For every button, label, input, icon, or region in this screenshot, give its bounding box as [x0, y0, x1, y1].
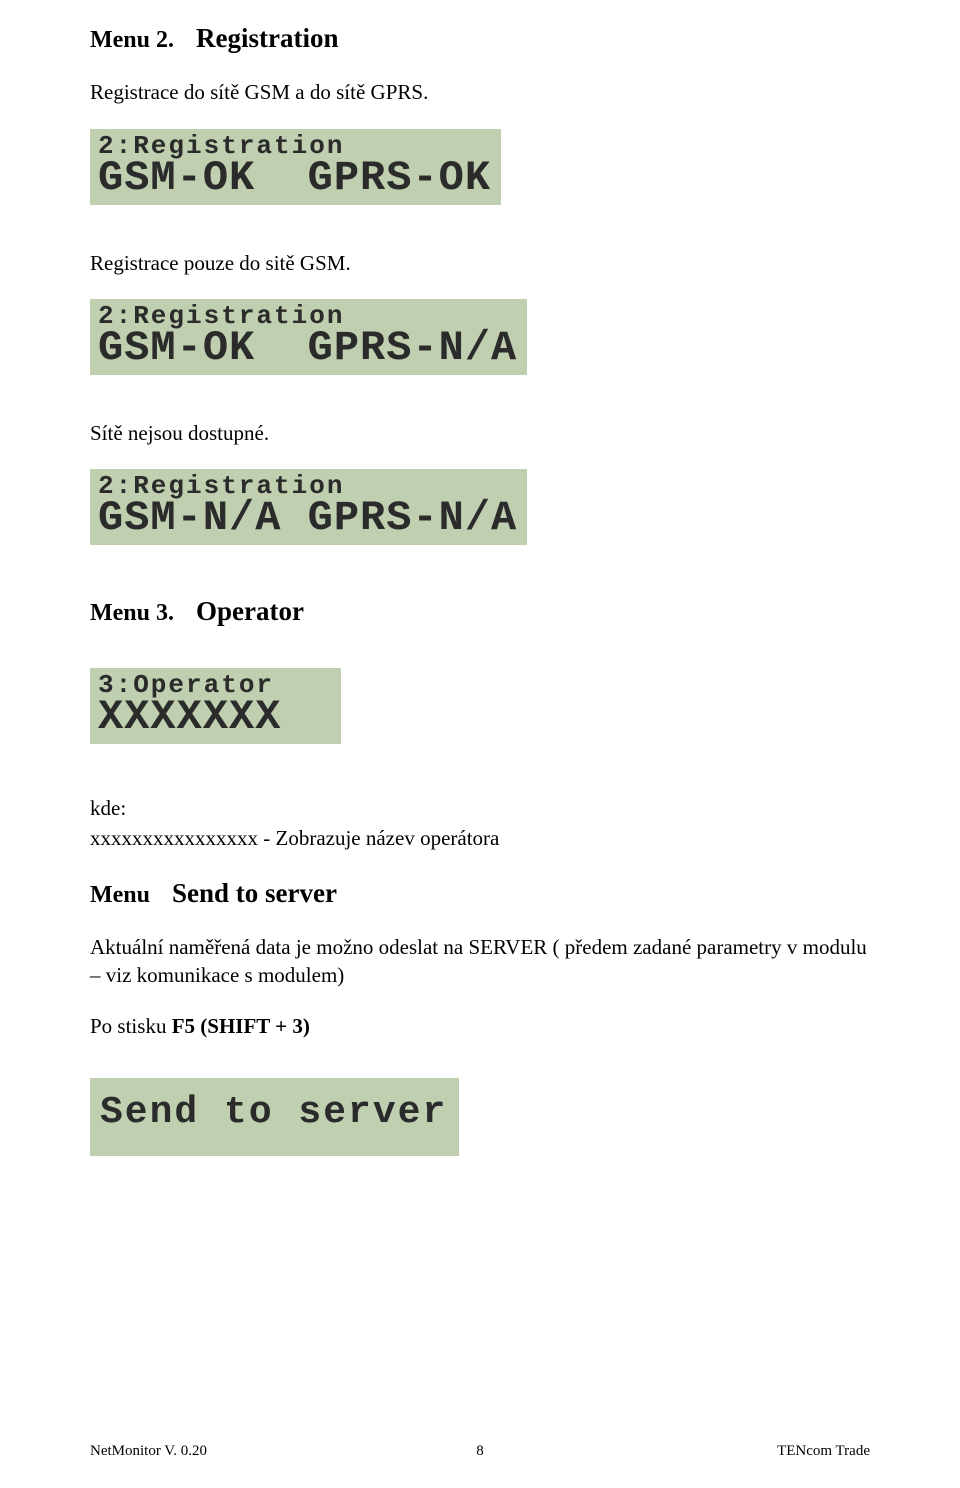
lcd-screen-operator: 3:Operator XXXXXXX — [90, 668, 341, 744]
page-footer: NetMonitor V. 0.20 8 TENcom Trade — [90, 1443, 870, 1460]
menu2-text-no-net: Sítě nejsou dostupné. — [90, 419, 870, 447]
menu2-text-gsm-only: Registrace pouze do sitě GSM. — [90, 249, 870, 277]
lcd-row: GSM-OK GPRS-N/A — [98, 327, 517, 369]
document-page: Menu 2. Registration Registrace do sítě G… — [0, 0, 960, 1488]
send-prefix: Menu — [90, 882, 150, 908]
menu2-intro: Registrace do sítě GSM a do sítě GPRS. — [90, 78, 870, 106]
kde-desc: xxxxxxxxxxxxxxxx - Zobrazuje název operá… — [90, 824, 870, 852]
menu2-label: Menu 2. — [90, 27, 174, 53]
menu3-heading: Menu 3. Operator — [90, 593, 870, 629]
lcd-screen-send-to-server: Send to server — [90, 1078, 459, 1156]
lcd-row: GSM-N/A GPRS-N/A — [98, 497, 517, 539]
footer-page-number: 8 — [90, 1443, 870, 1460]
send-press-key: F5 (SHIFT + 3) — [172, 1014, 310, 1038]
menu3-title: Operator — [196, 596, 304, 626]
menu3-label: Menu 3. — [90, 600, 174, 626]
menu2-heading: Menu 2. Registration — [90, 20, 870, 56]
send-title: Send to server — [172, 878, 337, 908]
lcd-screen-registration-gprs-na: 2:Registration GSM-OK GPRS-N/A — [90, 299, 527, 375]
lcd-row: GSM-OK GPRS-OK — [98, 157, 491, 199]
lcd-row: XXXXXXX — [98, 696, 281, 738]
send-heading: Menu Send to server — [90, 875, 870, 911]
menu2-title: Registration — [196, 23, 338, 53]
kde-label: kde: — [90, 794, 870, 822]
send-desc: Aktuální naměřená data je možno odeslat … — [90, 933, 870, 990]
lcd-screen-registration-ok: 2:Registration GSM-OK GPRS-OK — [90, 129, 501, 205]
lcd-screen-registration-all-na: 2:Registration GSM-N/A GPRS-N/A — [90, 469, 527, 545]
send-press-text: Po stisku — [90, 1014, 172, 1038]
lcd-row: Send to server — [98, 1088, 449, 1138]
send-press-line: Po stisku F5 (SHIFT + 3) — [90, 1012, 870, 1040]
